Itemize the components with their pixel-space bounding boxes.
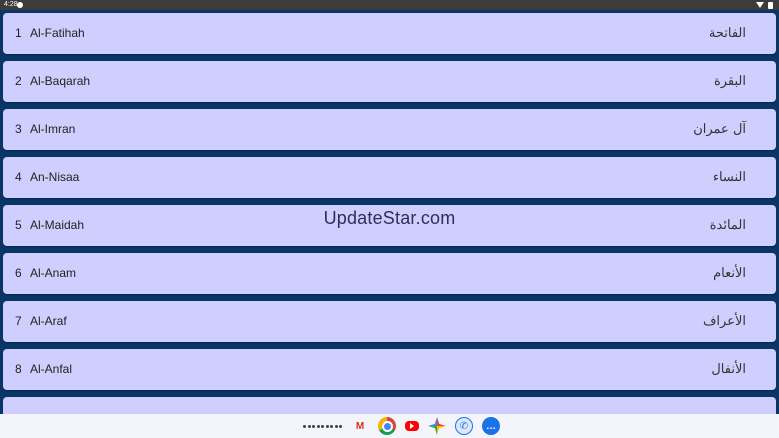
system-indicators bbox=[756, 0, 773, 10]
list-item[interactable]: 6 Al-Anam الأنعام bbox=[3, 253, 776, 294]
battery-icon bbox=[768, 1, 773, 9]
list-item[interactable]: 8 Al-Anfal الأنفال bbox=[3, 349, 776, 390]
surah-name: An-Nisaa bbox=[30, 170, 80, 184]
surah-arabic-name: الأعراف bbox=[702, 314, 746, 329]
surah-name: Al-Fatihah bbox=[30, 26, 85, 40]
surah-arabic-name: النساء bbox=[712, 170, 746, 185]
surah-number: 2 bbox=[15, 74, 22, 88]
photos-icon[interactable] bbox=[428, 417, 446, 435]
youtube-icon[interactable] bbox=[405, 421, 419, 431]
list-item[interactable]: 1 Al-Fatihah الفاتحة bbox=[3, 13, 776, 54]
notification-icon bbox=[17, 2, 23, 8]
surah-arabic-name: الفاتحة bbox=[708, 26, 746, 41]
surah-arabic-name: الأنفال bbox=[711, 362, 746, 377]
surah-name: Al-Anam bbox=[30, 266, 77, 280]
taskbar: M ✆ … bbox=[0, 414, 779, 438]
surah-name: Al-Araf bbox=[30, 314, 67, 328]
apps-grid-icon[interactable] bbox=[303, 417, 342, 435]
messages-icon[interactable]: … bbox=[482, 417, 500, 435]
list-item[interactable]: 3 Al-Imran آل عمران bbox=[3, 109, 776, 150]
list-item[interactable]: 2 Al-Baqarah البقرة bbox=[3, 61, 776, 102]
status-time: 4:28 bbox=[4, 1, 18, 8]
surah-name: Al-Baqarah bbox=[30, 74, 91, 88]
wifi-icon bbox=[756, 2, 764, 8]
list-item[interactable]: 4 An-Nisaa النساء bbox=[3, 157, 776, 198]
surah-arabic-name: البقرة bbox=[713, 74, 746, 89]
status-bar: 4:28 bbox=[0, 0, 779, 10]
phone-icon[interactable]: ✆ bbox=[455, 417, 473, 435]
app-dock: M ✆ … bbox=[303, 417, 500, 435]
surah-number: 8 bbox=[15, 362, 22, 376]
watermark: UpdateStar.com bbox=[323, 208, 456, 228]
surah-number: 3 bbox=[15, 122, 22, 136]
chrome-icon[interactable] bbox=[378, 417, 396, 435]
surah-name: Al-Imran bbox=[30, 122, 76, 136]
surah-number: 6 bbox=[15, 266, 22, 280]
surah-number: 7 bbox=[15, 314, 22, 328]
surah-arabic-name: آل عمران bbox=[693, 122, 746, 137]
list-item[interactable]: 7 Al-Araf الأعراف bbox=[3, 301, 776, 342]
surah-number: 1 bbox=[15, 26, 22, 40]
gmail-icon[interactable]: M bbox=[351, 417, 369, 435]
surah-arabic-name: الأنعام bbox=[713, 266, 746, 281]
surah-name: Al-Anfal bbox=[30, 362, 73, 376]
surah-number: 4 bbox=[15, 170, 22, 184]
